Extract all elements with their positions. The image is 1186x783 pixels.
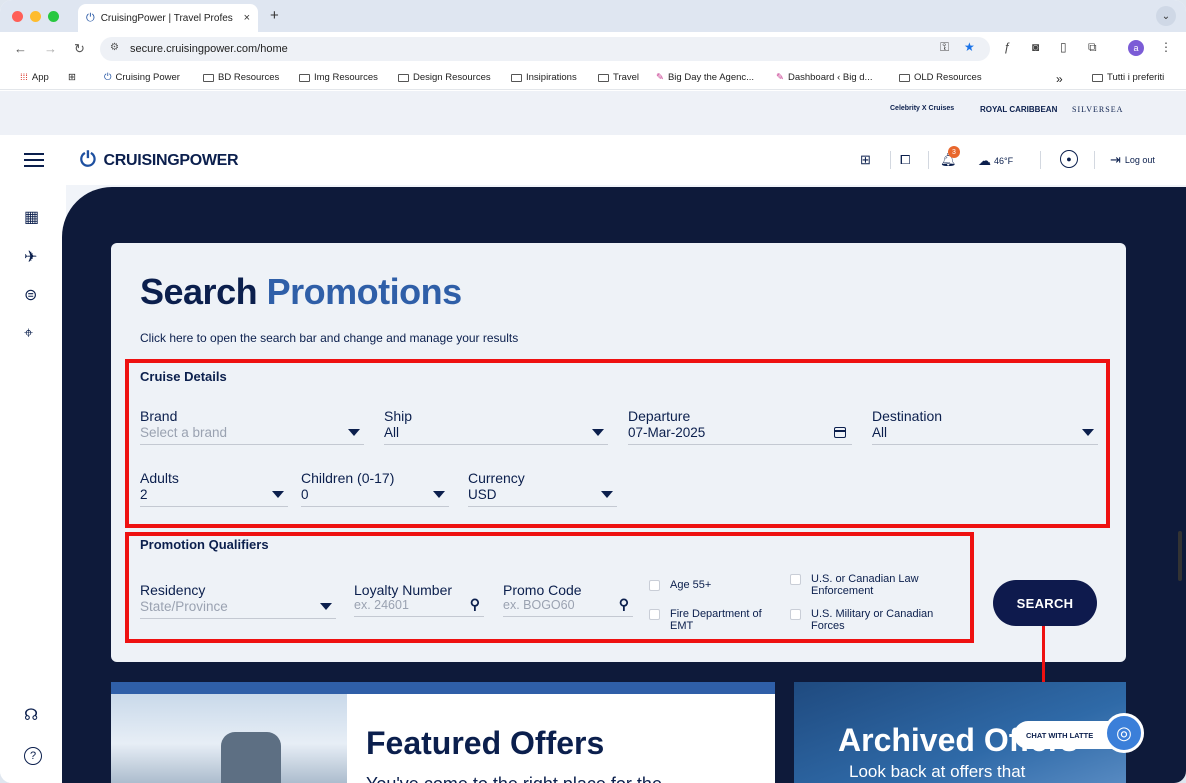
profile-avatar[interactable]: a <box>1128 40 1144 56</box>
bookmark-favicon-icon: ✎ <box>776 72 784 83</box>
folder-icon <box>398 73 409 82</box>
bookmark-cruising-power[interactable]: ⏻ Cruising Power <box>104 72 180 83</box>
bookmark-design-resources[interactable]: Design Resources <box>398 72 491 83</box>
password-key-icon[interactable]: ⚿ <box>940 40 949 55</box>
tab-title: CruisingPower | Travel Profes <box>100 12 233 24</box>
web-page: Celebrity X Cruises ROYAL CARIBBEAN SILV… <box>0 91 1186 783</box>
browser-menu-icon[interactable]: ⋮ <box>1160 40 1172 54</box>
new-tab-button[interactable]: + <box>270 7 279 24</box>
divider <box>1040 151 1041 169</box>
help-icon[interactable]: ? <box>24 747 42 765</box>
site-header: ⏻ CRUISINGPOWER ⊞ ⧠ 🔔︎ 3 ☁︎ 46°F ● ⇥ Log o… <box>0 135 1186 185</box>
site-info-icon[interactable]: ⚙ <box>110 42 119 53</box>
silversea-logo[interactable]: SILVERSEA <box>1072 105 1123 114</box>
open-search-link[interactable]: Click here to open the search bar and ch… <box>140 331 518 345</box>
chat-bubbles-icon[interactable]: ⧠ <box>900 152 910 168</box>
camera-extension-icon[interactable]: ◙ <box>1032 40 1039 54</box>
folder-icon <box>1092 73 1103 82</box>
royal-caribbean-logo[interactable]: ROYAL CARIBBEAN <box>980 105 1057 114</box>
hamburger-menu-icon[interactable] <box>24 153 44 167</box>
folder-icon <box>203 73 214 82</box>
logout-button[interactable]: ⇥ Log out <box>1110 152 1155 168</box>
cloud-icon: ☁︎ <box>978 153 991 168</box>
calendar-add-icon[interactable]: ▦ <box>24 207 39 227</box>
divider <box>1094 151 1095 169</box>
bookmark-img-resources[interactable]: Img Resources <box>299 72 378 83</box>
reload-icon[interactable]: ↻ <box>74 41 85 57</box>
url-input[interactable]: secure.cruisingpower.com/home <box>100 37 990 61</box>
weather-widget: ☁︎ 46°F <box>978 153 1014 168</box>
left-rail: ▦ ✈︎ ⊜ ⌖ ☊ ? <box>0 185 66 783</box>
cruising-power-icon: ⏻ <box>104 72 112 83</box>
apps-grid-icon[interactable]: ⊞ <box>860 152 871 168</box>
featured-offers-card[interactable]: Featured Offers You've come to the right… <box>111 682 775 783</box>
tab-search-icon[interactable]: ⌄ <box>1156 6 1176 26</box>
search-button[interactable]: SEARCH <box>993 580 1097 626</box>
folder-icon <box>899 73 910 82</box>
more-bookmarks-button[interactable]: » <box>1056 72 1063 86</box>
notification-badge: 3 <box>948 146 960 158</box>
partner-brand-bar: Celebrity X Cruises ROYAL CARIBBEAN SILV… <box>0 91 1186 135</box>
window-controls[interactable] <box>12 11 59 22</box>
chat-icon[interactable]: ☊ <box>24 705 38 725</box>
globe-icon[interactable]: ⊜ <box>24 285 37 305</box>
celebrity-cruises-logo[interactable]: Celebrity X Cruises <box>890 105 954 112</box>
folder-icon <box>299 73 310 82</box>
maximize-window-button[interactable] <box>48 11 59 22</box>
divider <box>890 151 891 169</box>
location-pin-icon[interactable]: ⌖ <box>24 325 33 343</box>
bookmark-apps[interactable]: ⁞⁞⁞ App <box>20 72 49 83</box>
favicon-icon: ⏻ <box>86 11 95 24</box>
apps-grid-icon: ⁞⁞⁞ <box>20 72 28 83</box>
bookmark-old-resources[interactable]: OLD Resources <box>899 72 982 83</box>
browser-window: ⏻ CruisingPower | Travel Profes × + ⌄ ← … <box>0 0 1186 783</box>
folder-icon <box>598 73 609 82</box>
puzzle-extensions-icon[interactable]: ⧉ <box>1088 40 1097 55</box>
scrollbar[interactable] <box>1178 531 1182 581</box>
featured-offers-title: Featured Offers <box>366 725 605 761</box>
browser-tab[interactable]: ⏻ CruisingPower | Travel Profes × <box>78 4 258 32</box>
folder-icon <box>511 73 522 82</box>
logout-icon: ⇥ <box>1110 152 1121 167</box>
divider <box>928 151 929 169</box>
page-title: Search Promotions <box>140 271 462 312</box>
latte-chat-icon[interactable]: ◎ <box>1104 713 1144 753</box>
airplane-icon[interactable]: ✈︎ <box>24 247 37 267</box>
bookmark-big-day[interactable]: ✎ Big Day the Agenc... <box>656 72 754 83</box>
power-logo-icon: ⏻ <box>80 149 96 171</box>
bookmarks-bar: ⁞⁞⁞ App ⊞ ⏻ Cruising Power BD Resources Im… <box>0 66 1186 90</box>
tab-close-icon[interactable]: × <box>244 12 250 24</box>
back-icon[interactable]: ← <box>14 41 27 56</box>
tab-groups-icon[interactable]: ⊞ <box>68 72 76 83</box>
user-profile-icon[interactable]: ● <box>1060 150 1078 168</box>
bookmark-bd-resources[interactable]: BD Resources <box>203 72 279 83</box>
featured-offers-subtitle: You've come to the right place for the <box>366 774 662 783</box>
archived-offers-subtitle: Look back at offers that <box>849 762 1026 781</box>
minimize-window-button[interactable] <box>30 11 41 22</box>
extension-icon[interactable]: ▯ <box>1060 40 1067 54</box>
bookmark-travel[interactable]: Travel <box>598 72 639 83</box>
bookmark-favicon-icon: ✎ <box>656 72 664 83</box>
close-window-button[interactable] <box>12 11 23 22</box>
bookmark-insipirations[interactable]: Insipirations <box>511 72 577 83</box>
extension-f-icon[interactable]: ƒ <box>1004 40 1011 54</box>
all-bookmarks-folder[interactable]: Tutti i preferiti <box>1092 72 1164 83</box>
cruise-details-highlight <box>125 359 1110 528</box>
qualifiers-highlight <box>125 532 974 643</box>
cruisingpower-logo[interactable]: ⏻ CRUISINGPOWER <box>80 149 239 172</box>
tab-strip: ⏻ CruisingPower | Travel Profes × + ⌄ <box>0 0 1186 32</box>
forward-icon[interactable]: → <box>44 41 57 56</box>
bookmark-dashboard[interactable]: ✎ Dashboard ‹ Big d... <box>776 72 872 83</box>
cruise-ship-image <box>111 694 347 783</box>
bookmark-star-icon[interactable]: ★ <box>964 40 975 54</box>
